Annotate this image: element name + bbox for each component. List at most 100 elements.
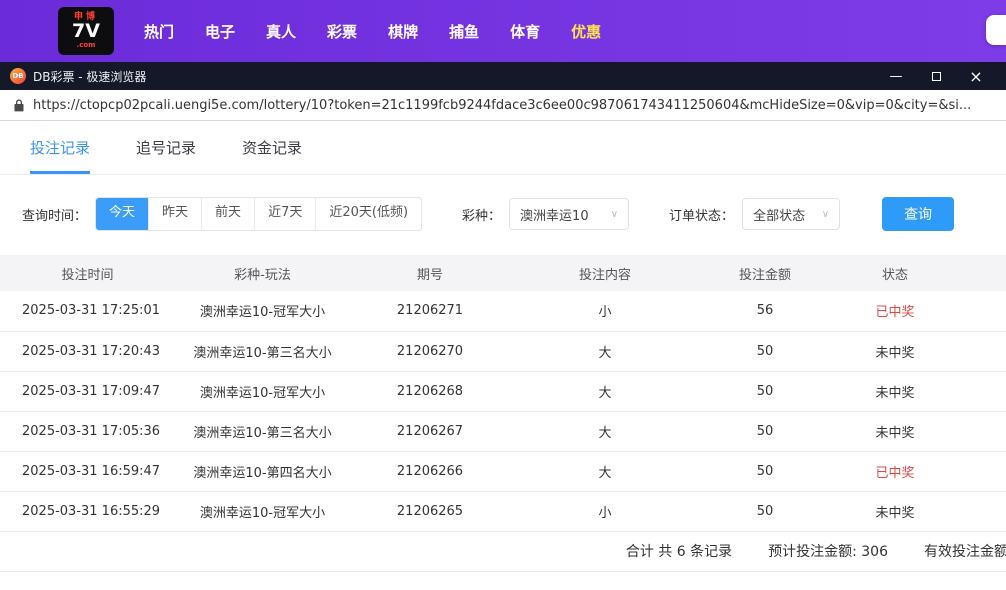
bet-table: 投注时间 彩种-玩法 期号 投注内容 投注金额 状态 2025-03-31 17… xyxy=(0,255,1006,532)
summary-estimated: 预计投注金额: 306 xyxy=(768,544,888,560)
issue-cell: 21206268 xyxy=(396,383,464,399)
summary-total: 合计 共 6 条记录 xyxy=(625,544,733,560)
site-logo[interactable]: 申博 7V .com xyxy=(58,7,114,55)
summary-bar: 合计 共 6 条记录 预计投注金额: 306 有效投注金额 xyxy=(0,532,1006,572)
query-button[interactable]: 查询 xyxy=(882,197,955,231)
play-cell: 澳洲幸运10-冠军大小 xyxy=(199,505,326,521)
issue-cell: 21206267 xyxy=(396,423,464,439)
tab-bet-records[interactable]: 投注记录 xyxy=(30,121,91,174)
table-row: 2025-03-31 16:55:29 澳洲幸运10-冠军大小 21206265… xyxy=(0,491,1006,531)
header-content: 投注内容 xyxy=(578,267,631,283)
table-row: 2025-03-31 17:20:43 澳洲幸运10-第三名大小 2120627… xyxy=(0,331,1006,371)
table-row: 2025-03-31 17:09:47 澳洲幸运10-冠军大小 21206268… xyxy=(0,371,1006,411)
play-cell: 澳洲幸运10-冠军大小 xyxy=(199,305,326,321)
bet-time-cell: 2025-03-31 17:05:36 xyxy=(22,423,161,439)
content-cell: 大 xyxy=(598,385,612,401)
chevron-down-icon: ∨ xyxy=(610,208,619,220)
header-bet-time: 投注时间 xyxy=(61,267,114,283)
status-cell: 已中奖 xyxy=(875,305,915,321)
header-amount: 投注金额 xyxy=(738,267,791,283)
status-cell: 未中奖 xyxy=(875,385,915,401)
order-status-label: 订单状态： xyxy=(669,208,735,224)
minimize-button[interactable]: — xyxy=(876,62,916,90)
bet-time-cell: 2025-03-31 16:55:29 xyxy=(22,503,161,519)
browser-app-icon: DB xyxy=(10,68,26,84)
maximize-button[interactable] xyxy=(916,62,956,90)
nav-item-electronic[interactable]: 电子 xyxy=(205,21,235,42)
time-filter-label: 查询时间： xyxy=(22,208,88,224)
bet-time-cell: 2025-03-31 17:25:01 xyxy=(22,303,161,319)
record-tabs: 投注记录 追号记录 资金记录 xyxy=(0,121,1006,175)
issue-cell: 21206266 xyxy=(396,463,464,479)
lottery-type-value: 澳洲幸运10 xyxy=(520,208,589,224)
amount-cell: 50 xyxy=(756,343,774,359)
tab-fund-records[interactable]: 资金记录 xyxy=(242,121,302,174)
tab-chase-records[interactable]: 追号记录 xyxy=(136,121,196,174)
header-status: 状态 xyxy=(881,267,908,283)
amount-cell: 50 xyxy=(756,503,774,519)
browser-addressbar: https://ctopcp02pcali.uengi5e.com/lotter… xyxy=(0,90,1006,121)
time-filter-today[interactable]: 今天 xyxy=(96,198,149,230)
lottery-type-select[interactable]: 澳洲幸运10 ∨ xyxy=(509,198,630,230)
issue-cell: 21206271 xyxy=(396,303,464,319)
logo-text-main: 7V xyxy=(72,20,100,43)
time-filter-day-before[interactable]: 前天 xyxy=(201,198,255,230)
lottery-type-label: 彩种： xyxy=(462,208,502,224)
floating-widget[interactable] xyxy=(986,15,1006,45)
table-header-row: 投注时间 彩种-玩法 期号 投注内容 投注金额 状态 xyxy=(0,255,1006,291)
content-cell: 小 xyxy=(598,305,612,321)
status-cell: 已中奖 xyxy=(875,465,915,481)
browser-title: DB彩票 - 极速浏览器 xyxy=(33,69,147,84)
amount-cell: 56 xyxy=(756,303,774,319)
filter-bar: 查询时间： 今天 昨天 前天 近7天 近20天(低频) 彩种： 澳洲幸运10 ∨… xyxy=(22,197,1006,231)
content-cell: 小 xyxy=(598,505,612,521)
maximize-icon xyxy=(931,71,941,81)
table-row: 2025-03-31 17:25:01 澳洲幸运10-冠军大小 21206271… xyxy=(0,291,1006,331)
bet-time-cell: 2025-03-31 17:20:43 xyxy=(22,343,161,359)
site-nav-menu: 热门 电子 真人 彩票 棋牌 捕鱼 体育 优惠 xyxy=(144,21,601,42)
chevron-down-icon: ∨ xyxy=(821,208,830,220)
play-cell: 澳洲幸运10-第四名大小 xyxy=(193,465,332,481)
browser-titlebar: DB DB彩票 - 极速浏览器 — × xyxy=(0,62,1006,90)
amount-cell: 50 xyxy=(756,463,774,479)
content-cell: 大 xyxy=(598,425,612,441)
nav-item-live[interactable]: 真人 xyxy=(266,21,296,42)
header-play: 彩种-玩法 xyxy=(234,267,291,283)
status-cell: 未中奖 xyxy=(875,425,915,441)
lock-icon[interactable] xyxy=(14,99,24,112)
nav-item-hot[interactable]: 热门 xyxy=(144,21,174,42)
screen: 申博 7V .com 热门 电子 真人 彩票 棋牌 捕鱼 体育 优惠 DB DB… xyxy=(0,0,1006,590)
bet-time-cell: 2025-03-31 17:09:47 xyxy=(22,383,161,399)
window-controls: — × xyxy=(876,62,996,90)
play-cell: 澳洲幸运10-第三名大小 xyxy=(193,345,332,361)
play-cell: 澳洲幸运10-冠军大小 xyxy=(199,385,326,401)
content-cell: 大 xyxy=(598,465,612,481)
status-cell: 未中奖 xyxy=(875,505,915,521)
issue-cell: 21206265 xyxy=(396,503,464,519)
issue-cell: 21206270 xyxy=(396,343,464,359)
time-filter-yesterday[interactable]: 昨天 xyxy=(148,198,202,230)
url-field[interactable]: https://ctopcp02pcali.uengi5e.com/lotter… xyxy=(33,98,992,113)
nav-item-chess[interactable]: 棋牌 xyxy=(388,21,418,42)
content-cell: 大 xyxy=(598,345,612,361)
nav-item-promo[interactable]: 优惠 xyxy=(571,21,601,42)
header-issue: 期号 xyxy=(416,267,443,283)
amount-cell: 50 xyxy=(756,383,774,399)
bet-time-cell: 2025-03-31 16:59:47 xyxy=(22,463,161,479)
table-row: 2025-03-31 16:59:47 澳洲幸运10-第四名大小 2120626… xyxy=(0,451,1006,491)
close-button[interactable]: × xyxy=(956,62,996,90)
order-status-value: 全部状态 xyxy=(753,208,806,224)
nav-item-sports[interactable]: 体育 xyxy=(510,21,540,42)
table-row: 2025-03-31 17:05:36 澳洲幸运10-第三名大小 2120626… xyxy=(0,411,1006,451)
logo-text-suffix: .com xyxy=(76,41,96,50)
nav-item-fishing[interactable]: 捕鱼 xyxy=(449,21,479,42)
time-filter-20days[interactable]: 近20天(低频) xyxy=(315,198,422,230)
status-cell: 未中奖 xyxy=(875,345,915,361)
summary-valid: 有效投注金额 xyxy=(924,544,1006,560)
amount-cell: 50 xyxy=(756,423,774,439)
order-status-select[interactable]: 全部状态 ∨ xyxy=(742,198,841,230)
play-cell: 澳洲幸运10-第三名大小 xyxy=(193,425,332,441)
nav-item-lottery[interactable]: 彩票 xyxy=(327,21,357,42)
site-topbar: 申博 7V .com 热门 电子 真人 彩票 棋牌 捕鱼 体育 优惠 xyxy=(0,0,1006,62)
time-filter-7days[interactable]: 近7天 xyxy=(254,198,316,230)
